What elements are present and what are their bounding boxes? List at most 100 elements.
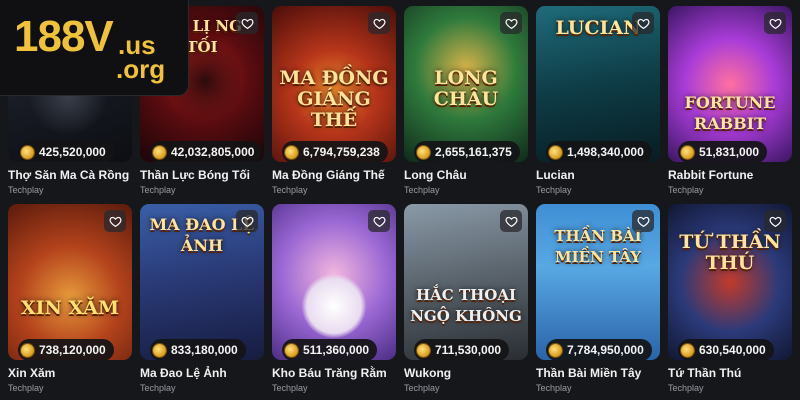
game-thumbnail[interactable]: 511,360,000 bbox=[272, 204, 396, 360]
game-name[interactable]: Thần Bài Miền Tây bbox=[536, 366, 660, 380]
game-name[interactable]: Xin Xăm bbox=[8, 366, 132, 380]
game-art-title: FORTUNE RABBIT bbox=[684, 92, 776, 133]
jackpot-badge: 738,120,000 bbox=[18, 339, 114, 360]
jackpot-badge: 833,180,000 bbox=[150, 339, 246, 360]
coin-icon bbox=[549, 145, 562, 159]
coin-icon bbox=[285, 145, 298, 159]
jackpot-badge: 42,032,805,000 bbox=[150, 141, 263, 162]
coin-icon bbox=[417, 145, 430, 159]
favorite-heart-icon[interactable] bbox=[500, 12, 522, 34]
game-name[interactable]: Tứ Thần Thú bbox=[668, 366, 792, 380]
game-thumbnail[interactable]: FORTUNE RABBIT 51,831,000 bbox=[668, 6, 792, 162]
game-name[interactable]: Kho Báu Trăng Rằm bbox=[272, 366, 396, 380]
favorite-heart-icon[interactable] bbox=[632, 12, 654, 34]
game-thumbnail[interactable]: THẦN BÀI MIỀN TÂY 7,784,950,000 bbox=[536, 204, 660, 360]
game-thumbnail[interactable]: TỨ THẦN THÚ 630,540,000 bbox=[668, 204, 792, 360]
jackpot-amount: 425,520,000 bbox=[39, 145, 106, 159]
coin-icon bbox=[681, 145, 694, 159]
game-art-title: THẦN BÀI MIỀN TÂY bbox=[554, 227, 642, 266]
jackpot-amount: 6,794,759,238 bbox=[303, 145, 380, 159]
game-provider: Techplay bbox=[668, 383, 704, 393]
game-name[interactable]: Thợ Săn Ma Cà Rồng bbox=[8, 168, 132, 182]
game-thumbnail[interactable]: MA ĐAO LỆ ẢNH 833,180,000 bbox=[140, 204, 264, 360]
jackpot-badge: 2,655,161,375 bbox=[414, 141, 520, 162]
game-card[interactable]: FORTUNE RABBIT 51,831,000 Rabbit Fortune… bbox=[668, 6, 792, 195]
favorite-heart-icon[interactable] bbox=[236, 210, 258, 232]
jackpot-amount: 1,498,340,000 bbox=[567, 145, 644, 159]
coin-icon bbox=[285, 343, 298, 357]
jackpot-badge: 1,498,340,000 bbox=[546, 141, 652, 162]
jackpot-badge: 6,794,759,238 bbox=[282, 141, 388, 162]
coin-icon bbox=[153, 145, 166, 159]
game-art-title: HẮC THOẠI NGỘ KHÔNG bbox=[410, 286, 522, 326]
jackpot-amount: 51,831,000 bbox=[699, 145, 760, 159]
jackpot-amount: 738,120,000 bbox=[39, 343, 106, 357]
jackpot-amount: 42,032,805,000 bbox=[171, 145, 255, 159]
jackpot-amount: 630,540,000 bbox=[699, 343, 766, 357]
game-art-title: LONG CHÂU bbox=[433, 67, 499, 111]
game-art-title: MA ĐỒNG GIÁNG THẾ bbox=[279, 67, 389, 132]
jackpot-amount: 711,530,000 bbox=[435, 343, 502, 357]
game-provider: Techplay bbox=[404, 185, 440, 195]
game-card[interactable]: XIN XĂM 738,120,000 Xin Xăm Techplay bbox=[8, 204, 132, 393]
logo-suffix-org: .org bbox=[116, 54, 166, 84]
favorite-heart-icon[interactable] bbox=[236, 12, 258, 34]
game-provider: Techplay bbox=[8, 383, 44, 393]
game-provider: Techplay bbox=[140, 185, 176, 195]
game-name[interactable]: Long Châu bbox=[404, 168, 528, 182]
game-card[interactable]: MA ĐỒNG GIÁNG THẾ 6,794,759,238 Ma Đồng … bbox=[272, 6, 396, 195]
jackpot-badge: 51,831,000 bbox=[678, 141, 768, 162]
game-card[interactable]: 511,360,000 Kho Báu Trăng Rằm Techplay bbox=[272, 204, 396, 393]
game-card[interactable]: TỨ THẦN THÚ 630,540,000 Tứ Thần Thú Tech… bbox=[668, 204, 792, 393]
site-logo[interactable]: 188V .us .org bbox=[0, 0, 188, 95]
game-name[interactable]: Wukong bbox=[404, 366, 528, 380]
jackpot-badge: 7,784,950,000 bbox=[546, 339, 652, 360]
game-card[interactable]: LONG CHÂU 2,655,161,375 Long Châu Techpl… bbox=[404, 6, 528, 195]
jackpot-amount: 833,180,000 bbox=[171, 343, 238, 357]
game-provider: Techplay bbox=[272, 383, 308, 393]
jackpot-badge: 711,530,000 bbox=[414, 339, 510, 360]
coin-icon bbox=[549, 343, 562, 357]
jackpot-amount: 511,360,000 bbox=[303, 343, 370, 357]
game-thumbnail[interactable]: XIN XĂM 738,120,000 bbox=[8, 204, 132, 360]
game-name[interactable]: Ma Đồng Giáng Thế bbox=[272, 168, 396, 182]
coin-icon bbox=[21, 343, 34, 357]
game-name[interactable]: Rabbit Fortune bbox=[668, 168, 792, 182]
favorite-heart-icon[interactable] bbox=[368, 210, 390, 232]
jackpot-amount: 2,655,161,375 bbox=[435, 145, 512, 159]
coin-icon bbox=[417, 343, 430, 357]
game-name[interactable]: Ma Đao Lệ Ảnh bbox=[140, 366, 264, 380]
logo-main-text: 188V bbox=[14, 12, 114, 61]
game-thumbnail[interactable]: LUCIAN 1,498,340,000 bbox=[536, 6, 660, 162]
game-provider: Techplay bbox=[404, 383, 440, 393]
game-card[interactable]: HẮC THOẠI NGỘ KHÔNG 711,530,000 Wukong T… bbox=[404, 204, 528, 393]
favorite-heart-icon[interactable] bbox=[764, 12, 786, 34]
jackpot-badge: 511,360,000 bbox=[282, 339, 378, 360]
favorite-heart-icon[interactable] bbox=[500, 210, 522, 232]
game-thumbnail[interactable]: MA ĐỒNG GIÁNG THẾ 6,794,759,238 bbox=[272, 6, 396, 162]
coin-icon bbox=[153, 343, 166, 357]
game-card[interactable]: THẦN BÀI MIỀN TÂY 7,784,950,000 Thần Bài… bbox=[536, 204, 660, 393]
game-provider: Techplay bbox=[140, 383, 176, 393]
coin-icon bbox=[681, 343, 694, 357]
favorite-heart-icon[interactable] bbox=[632, 210, 654, 232]
game-provider: Techplay bbox=[272, 185, 308, 195]
game-provider: Techplay bbox=[668, 185, 704, 195]
jackpot-amount: 7,784,950,000 bbox=[567, 343, 644, 357]
jackpot-badge: 425,520,000 bbox=[18, 141, 114, 162]
game-thumbnail[interactable]: LONG CHÂU 2,655,161,375 bbox=[404, 6, 528, 162]
game-provider: Techplay bbox=[536, 185, 572, 195]
game-card[interactable]: LUCIAN 1,498,340,000 Lucian Techplay bbox=[536, 6, 660, 195]
favorite-heart-icon[interactable] bbox=[368, 12, 390, 34]
game-name[interactable]: Lucian bbox=[536, 168, 660, 182]
jackpot-badge: 630,540,000 bbox=[678, 339, 774, 360]
game-provider: Techplay bbox=[8, 185, 44, 195]
game-provider: Techplay bbox=[536, 383, 572, 393]
favorite-heart-icon[interactable] bbox=[764, 210, 786, 232]
favorite-heart-icon[interactable] bbox=[104, 210, 126, 232]
game-art-title: XIN XĂM bbox=[20, 296, 120, 319]
game-thumbnail[interactable]: HẮC THOẠI NGỘ KHÔNG 711,530,000 bbox=[404, 204, 528, 360]
coin-icon bbox=[21, 145, 34, 159]
game-name[interactable]: Thần Lực Bóng Tối bbox=[140, 168, 264, 182]
game-card[interactable]: MA ĐAO LỆ ẢNH 833,180,000 Ma Đao Lệ Ảnh … bbox=[140, 204, 264, 393]
